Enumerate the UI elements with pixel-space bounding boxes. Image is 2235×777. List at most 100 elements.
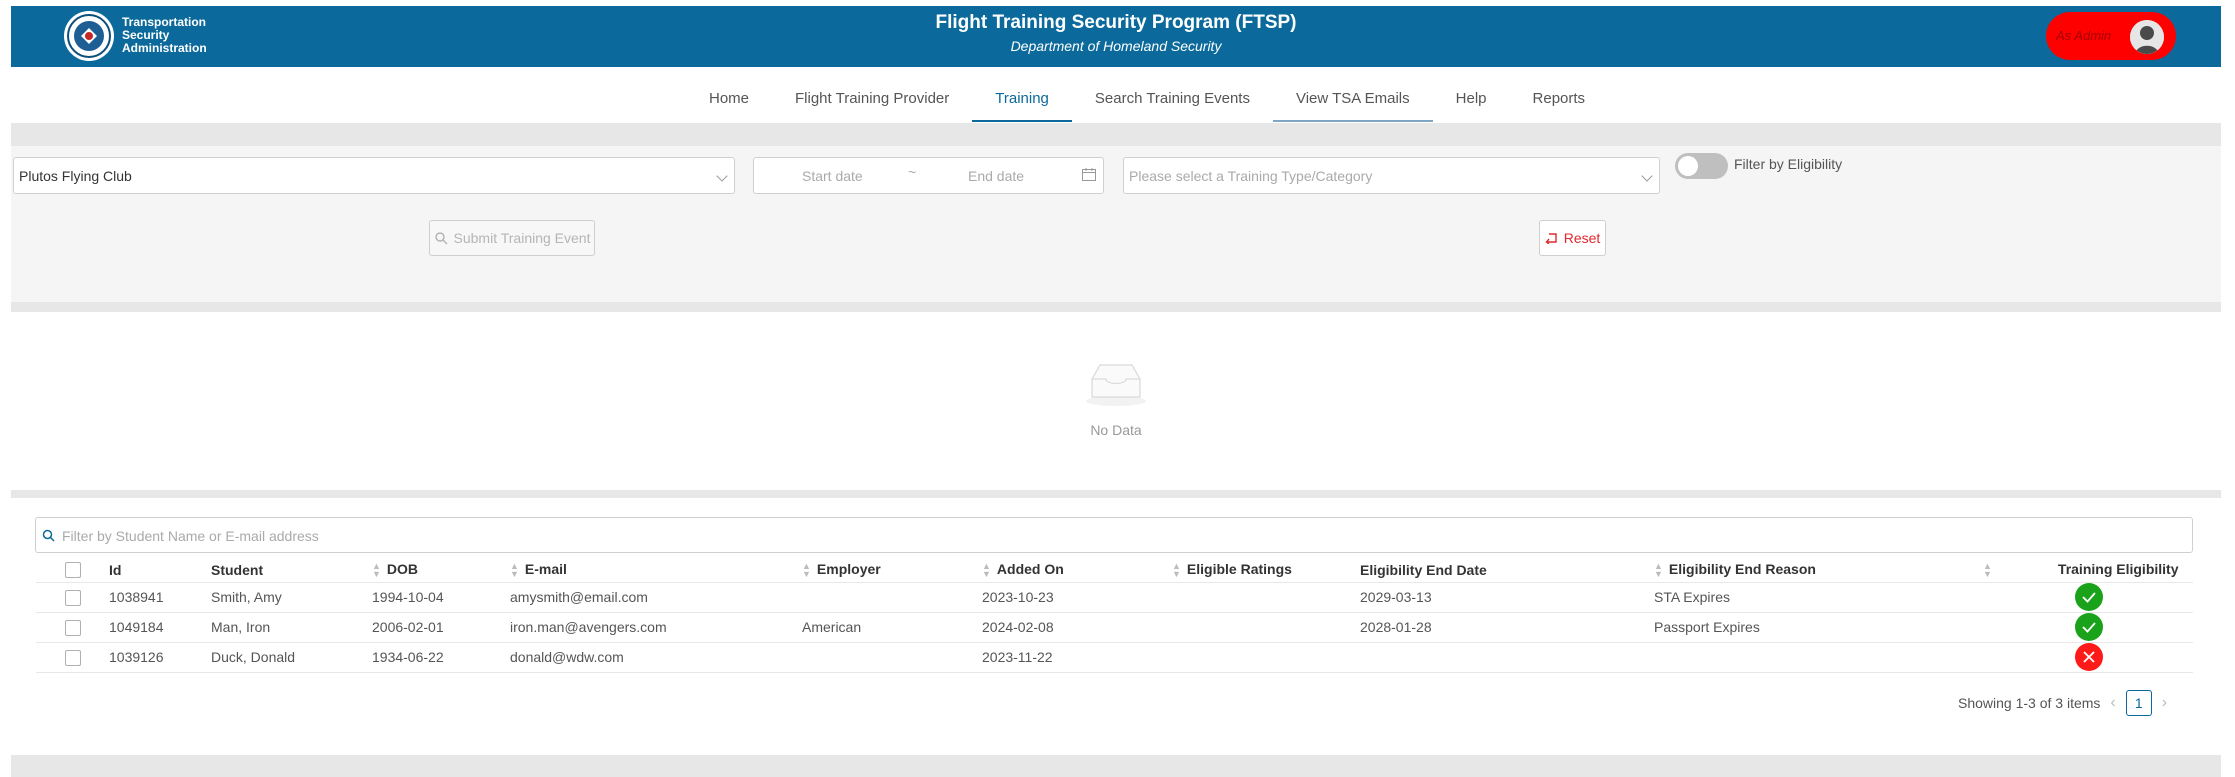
column-label-email: E-mail <box>524 561 567 578</box>
main-nav: Home Flight Training Provider Training S… <box>0 74 2235 122</box>
nav-training[interactable]: Training <box>972 74 1072 122</box>
cell-id: 1038941 <box>109 582 211 613</box>
sort-icon[interactable]: ▲ ▼ <box>982 562 991 579</box>
cell-email: donald@wdw.com <box>510 642 802 673</box>
section-divider-lower <box>11 490 2221 498</box>
training-events-empty-state: No Data <box>11 312 2221 490</box>
cell-dob: 2006-02-01 <box>372 612 510 643</box>
table-row[interactable]: 1039126 Duck, Donald 1934-06-22 donald@w… <box>36 642 2193 673</box>
date-range-separator: ~ <box>908 164 917 180</box>
cell-student: Duck, Donald <box>211 642 372 673</box>
page-title: Flight Training Security Program (FTSP) <box>935 12 1297 33</box>
cell-email: iron.man@avengers.com <box>510 612 802 643</box>
cell-eligible-ratings <box>1172 582 1360 613</box>
avatar <box>2130 20 2164 54</box>
ineligible-x-icon <box>2075 643 2103 671</box>
training-type-placeholder: Please select a Training Type/Category <box>1129 168 1373 184</box>
start-date-input[interactable]: Start date <box>802 168 863 184</box>
nav-reports[interactable]: Reports <box>1510 74 1609 122</box>
student-search-box[interactable] <box>35 517 2193 553</box>
cell-eligibility-end-date: 2029-03-13 <box>1360 582 1654 613</box>
column-header-dob[interactable]: ▲ ▼ DOB <box>372 558 510 583</box>
sort-icon[interactable]: ▲ ▼ <box>372 562 381 579</box>
provider-select[interactable]: Plutos Flying Club <box>13 157 735 194</box>
eligibility-filter-toggle[interactable] <box>1675 153 1728 179</box>
column-label-dob: DOB <box>386 561 419 578</box>
title-block: Flight Training Security Program (FTSP) … <box>11 12 2221 54</box>
cell-added-on: 2023-11-22 <box>982 642 1172 673</box>
sort-icon[interactable]: ▲ ▼ <box>1172 562 1181 579</box>
submit-training-event-button[interactable]: Submit Training Event <box>429 220 595 256</box>
submit-training-event-label: Submit Training Event <box>453 230 591 246</box>
column-label-training-eligibility: Training Eligibility <box>2057 561 2179 578</box>
nav-help[interactable]: Help <box>1433 74 1510 122</box>
column-header-email[interactable]: ▲ ▼ E-mail <box>510 558 802 583</box>
nav-view-tsa-emails[interactable]: View TSA Emails <box>1272 74 1433 122</box>
select-all-cell <box>36 558 109 583</box>
column-header-added-on[interactable]: ▲ ▼ Added On <box>982 558 1172 583</box>
cell-student: Man, Iron <box>211 612 372 643</box>
cell-training-eligibility <box>1983 642 2193 673</box>
cell-eligibility-end-date <box>1360 642 1654 673</box>
column-header-training-eligibility[interactable]: ▲ ▼ Training Eligibility <box>1983 558 2193 583</box>
cell-dob: 1994-10-04 <box>372 582 510 613</box>
cell-id: 1049184 <box>109 612 211 643</box>
page-number-button[interactable]: 1 <box>2125 690 2152 716</box>
reset-label: Reset <box>1563 230 1601 246</box>
user-role-label: As Admin <box>2056 28 2112 43</box>
section-divider-top <box>11 123 2221 146</box>
section-divider-middle <box>11 302 2221 312</box>
date-range-picker[interactable]: Start date ~ End date <box>753 157 1104 194</box>
cell-id: 1039126 <box>109 642 211 673</box>
column-label-eligibility-end-reason: Eligibility End Reason <box>1668 561 1816 578</box>
row-checkbox[interactable] <box>65 619 81 636</box>
table-row[interactable]: 1049184 Man, Iron 2006-02-01 iron.man@av… <box>36 612 2193 643</box>
nav-flight-training-provider[interactable]: Flight Training Provider <box>772 74 972 122</box>
table-row[interactable]: 1038941 Smith, Amy 1994-10-04 amysmith@e… <box>36 582 2193 613</box>
reset-icon <box>1545 233 1557 244</box>
row-select-cell <box>36 582 109 613</box>
cell-eligible-ratings <box>1172 642 1360 673</box>
reset-button[interactable]: Reset <box>1539 220 1606 256</box>
row-checkbox[interactable] <box>65 649 81 666</box>
cell-added-on: 2024-02-08 <box>982 612 1172 643</box>
nav-home[interactable]: Home <box>686 74 772 122</box>
cell-eligibility-end-reason: STA Expires <box>1654 582 1983 613</box>
column-header-eligibility-end-reason[interactable]: ▲ ▼ Eligibility End Reason <box>1654 558 1983 583</box>
select-all-checkbox[interactable] <box>65 562 81 579</box>
calendar-icon <box>1082 168 1096 181</box>
pagination: Showing 1-3 of 3 items ‹ 1 › <box>1958 690 2167 716</box>
empty-inbox-icon <box>1086 364 1146 406</box>
cell-email: amysmith@email.com <box>510 582 802 613</box>
column-header-employer[interactable]: ▲ ▼ Employer <box>802 558 982 583</box>
column-header-eligibility-end-date[interactable]: Eligibility End Date <box>1360 558 1654 583</box>
sort-icon[interactable]: ▲ ▼ <box>1983 562 1992 579</box>
column-header-id[interactable]: Id <box>109 558 211 583</box>
next-page-icon[interactable]: › <box>2162 694 2167 712</box>
sort-icon[interactable]: ▲ ▼ <box>1654 562 1663 579</box>
header-banner: Transportation Security Administration F… <box>11 6 2221 67</box>
cell-eligibility-end-date: 2028-01-28 <box>1360 612 1654 643</box>
column-label-eligibility-end-date: Eligibility End Date <box>1360 561 1487 578</box>
column-header-eligible-ratings[interactable]: ▲ ▼ Eligible Ratings <box>1172 558 1360 583</box>
nav-search-training-events[interactable]: Search Training Events <box>1072 74 1273 122</box>
student-search-input[interactable] <box>60 525 2160 547</box>
user-menu-button[interactable]: As Admin <box>2046 12 2176 60</box>
prev-page-icon[interactable]: ‹ <box>2110 694 2115 712</box>
eligibility-filter-label: Filter by Eligibility <box>1734 156 1843 172</box>
eligible-check-icon <box>2075 613 2103 641</box>
end-date-input[interactable]: End date <box>968 168 1024 184</box>
pagination-summary: Showing 1-3 of 3 items <box>1958 695 2101 711</box>
sort-icon[interactable]: ▲ ▼ <box>510 562 519 579</box>
training-type-select[interactable]: Please select a Training Type/Category <box>1123 157 1660 194</box>
search-icon <box>434 232 448 245</box>
column-header-student[interactable]: Student <box>211 558 372 583</box>
footer-band <box>11 755 2221 777</box>
search-icon <box>42 529 55 542</box>
sort-icon[interactable]: ▲ ▼ <box>802 562 811 579</box>
cell-added-on: 2023-10-23 <box>982 582 1172 613</box>
page-subtitle: Department of Homeland Security <box>1010 38 1222 54</box>
cell-training-eligibility <box>1983 582 2193 613</box>
row-select-cell <box>36 642 109 673</box>
row-checkbox[interactable] <box>65 589 81 606</box>
